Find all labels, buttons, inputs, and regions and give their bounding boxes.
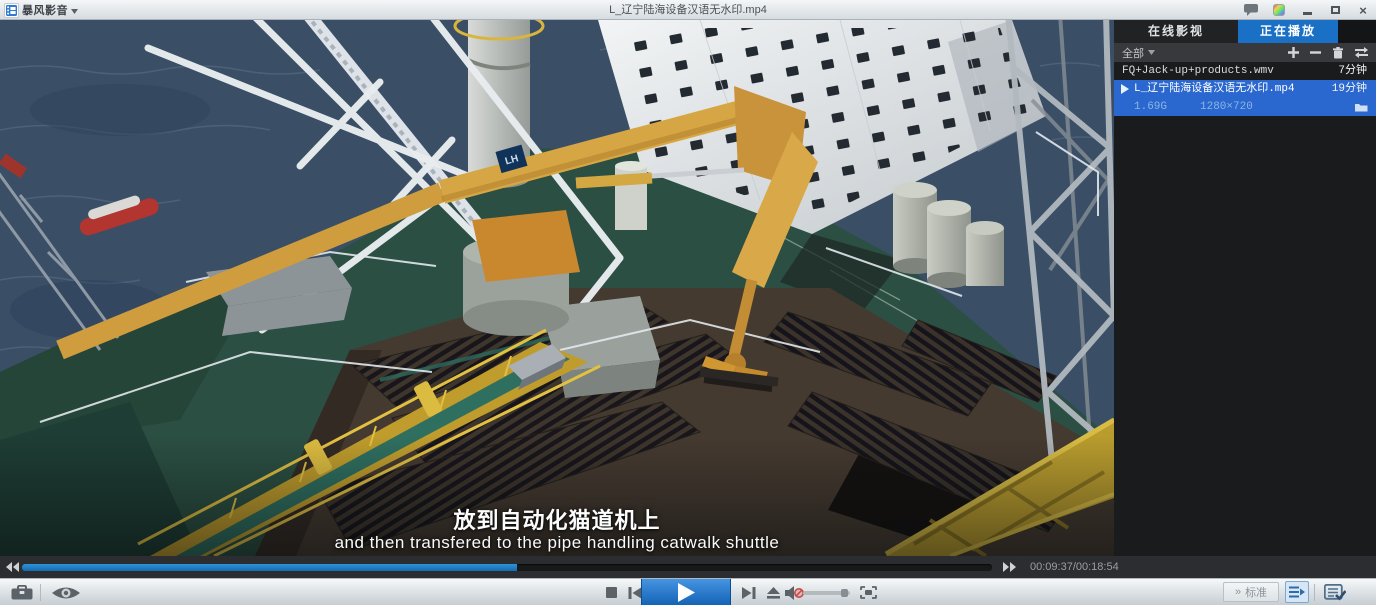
playlist-panel: 在线影视 正在播放 全部 FQ+Jack-up+products.wmv 7分钟… <box>1114 20 1376 556</box>
rewind-icon[interactable] <box>6 562 20 572</box>
quality-chevrons: » <box>1235 586 1241 598</box>
subtitle-chinese: 放到自动化猫道机上 <box>0 503 1114 535</box>
file-size: 1.69G <box>1134 98 1167 116</box>
eye-guard-button[interactable] <box>48 579 84 605</box>
quality-mode-button[interactable]: » 标准 <box>1223 582 1279 602</box>
sort-sync-icon[interactable] <box>1355 47 1368 58</box>
playlist-toolbar: 全部 <box>1114 43 1376 62</box>
tab-online-video[interactable]: 在线影视 <box>1114 20 1238 43</box>
playlist-item-duration: 7分钟 <box>1338 62 1367 80</box>
fast-forward-icon[interactable] <box>1002 562 1016 572</box>
video-area[interactable]: LH <box>0 20 1114 556</box>
seek-row: 00:09:37/00:18:54 <box>0 556 1376 578</box>
open-folder-icon[interactable] <box>1355 102 1368 112</box>
playlist-item-2-details: 1.69G 1280×720 <box>1114 98 1376 116</box>
close-button[interactable]: × <box>1354 2 1372 18</box>
playlist-item-duration: 19分钟 <box>1332 80 1367 98</box>
title-bar: 暴风影音 L_辽宁陆海设备汉语无水印.mp4 × <box>0 0 1376 20</box>
filter-label: 全部 <box>1122 45 1144 61</box>
previous-icon <box>628 587 642 599</box>
skin-icon[interactable] <box>1270 2 1288 18</box>
fullscreen-button[interactable] <box>856 579 880 605</box>
toolbox-icon <box>11 585 33 600</box>
filter-dropdown[interactable]: 全部 <box>1122 45 1155 61</box>
next-button[interactable] <box>738 579 760 605</box>
quality-label: 标准 <box>1245 584 1267 600</box>
fullscreen-icon <box>860 586 877 599</box>
tab-now-playing[interactable]: 正在播放 <box>1238 20 1338 43</box>
progress-fill <box>22 564 517 571</box>
maximize-button[interactable] <box>1326 2 1344 18</box>
add-file-icon[interactable] <box>1288 47 1299 58</box>
video-frame: LH <box>0 20 1114 556</box>
subtitle-english: and then transfered to the pipe handling… <box>0 533 1114 553</box>
playlist-item-2[interactable]: L_辽宁陆海设备汉语无水印.mp4 19分钟 <box>1114 80 1376 98</box>
seek-bar[interactable] <box>22 564 992 571</box>
media-library-icon <box>1324 584 1346 601</box>
next-icon <box>742 587 756 599</box>
volume-slider[interactable] <box>803 591 850 595</box>
window-title: L_辽宁陆海设备汉语无水印.mp4 <box>0 0 1376 20</box>
play-icon <box>678 583 695 602</box>
playlist-toggle-icon <box>1289 586 1305 599</box>
playlist-item-name: FQ+Jack-up+products.wmv <box>1122 62 1274 80</box>
feedback-icon[interactable] <box>1242 2 1260 18</box>
minimize-button[interactable] <box>1298 2 1316 18</box>
play-button[interactable] <box>641 579 731 605</box>
stop-icon <box>606 587 617 598</box>
clear-list-icon[interactable] <box>1332 47 1344 59</box>
volume-muted-icon <box>785 586 804 600</box>
eject-button[interactable] <box>762 579 784 605</box>
eject-icon <box>767 587 780 599</box>
now-playing-icon <box>1121 84 1129 94</box>
toolbox-button[interactable] <box>8 579 36 605</box>
mute-button[interactable] <box>784 579 804 605</box>
time-display: 00:09:37/00:18:54 <box>1030 556 1119 578</box>
eye-icon <box>51 586 81 600</box>
media-library-button[interactable] <box>1322 581 1348 603</box>
player-window: 暴风影音 L_辽宁陆海设备汉语无水印.mp4 × <box>0 0 1376 605</box>
playlist-item-1[interactable]: FQ+Jack-up+products.wmv 7分钟 <box>1114 62 1376 80</box>
playlist-tabs: 在线影视 正在播放 <box>1114 20 1376 43</box>
stop-button[interactable] <box>600 579 622 605</box>
playlist-toggle-button[interactable] <box>1285 581 1309 603</box>
control-bar: » 标准 <box>0 578 1376 605</box>
chevron-down-icon <box>1148 50 1155 55</box>
volume-handle[interactable] <box>841 589 848 597</box>
remove-file-icon[interactable] <box>1310 47 1321 58</box>
playlist-item-name: L_辽宁陆海设备汉语无水印.mp4 <box>1134 80 1295 98</box>
file-resolution: 1280×720 <box>1200 98 1253 116</box>
